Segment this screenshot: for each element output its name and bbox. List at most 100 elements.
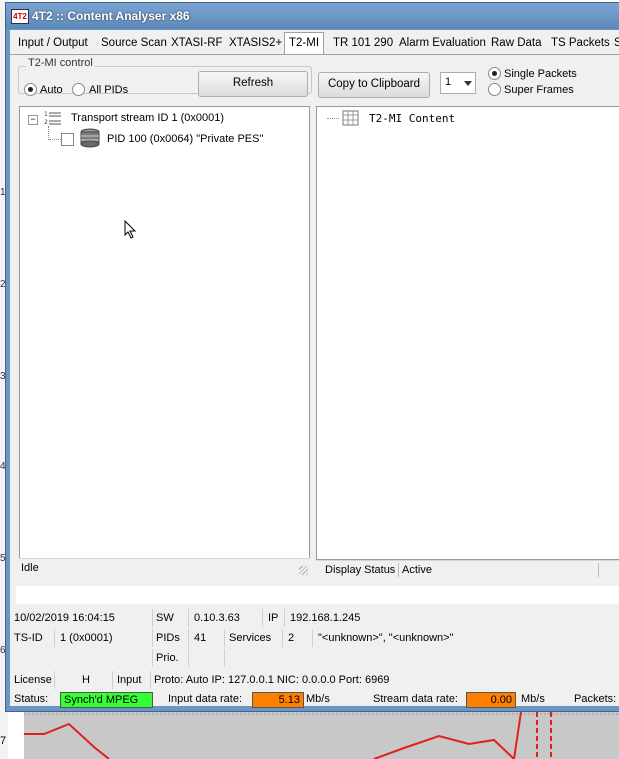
info-divider [262,609,263,627]
all-pids-radio[interactable] [72,83,85,96]
super-frames-radio[interactable] [488,83,501,96]
chevron-down-icon[interactable] [464,81,472,86]
status-separator [398,563,399,577]
app-window: 4T2 4T2 :: Content Analyser x86 Input / … [6,3,619,711]
tree-collapse-toggle[interactable]: − [28,115,38,125]
license-label: License [14,674,52,686]
grid-table-icon [342,110,359,126]
tab-tr-101-290[interactable]: TR 101 290 [329,35,397,52]
svg-text:1: 1 [44,111,48,118]
status-label: Status: [14,693,49,705]
license-value: H [82,674,90,686]
tab-raw-data[interactable]: Raw Data [487,35,546,52]
bg-tick: 4 [0,461,6,472]
title-bar[interactable]: 4T2 4T2 :: Content Analyser x86 [6,3,619,29]
super-frames-label[interactable]: Super Frames [504,84,574,96]
display-status-label: Display Status [325,564,396,576]
chart-series-line [373,734,515,759]
tab-source-scan[interactable]: Source Scan [97,35,171,52]
single-packets-label[interactable]: Single Packets [504,68,577,80]
single-packets-radio[interactable] [488,67,501,80]
info-divider [188,609,189,627]
display-status-value: Active [402,564,432,576]
status-badge: Synch'd MPEG [60,692,153,708]
main-client-area: Input / Output Source Scan XTASI-RF XTAS… [10,30,619,709]
pids-label: PIDs [156,632,180,644]
svg-text:2: 2 [44,119,48,126]
count-select[interactable]: 1 [440,72,476,94]
tree-root-label[interactable]: Transport stream ID 1 (0x0001) [71,112,224,124]
stream-rate-unit: Mb/s [521,693,545,705]
database-stack-icon [80,128,100,148]
t2mi-content-panel[interactable]: T2-MI Content [316,106,619,560]
tab-input-output[interactable]: Input / Output [14,35,92,52]
info-divider [152,609,153,627]
input-value: Proto: Auto IP: 127.0.0.1 NIC: 0.0.0.0 P… [154,674,390,686]
input-rate-unit: Mb/s [306,693,330,705]
resize-grip-icon[interactable] [299,566,308,575]
message-bar [16,586,619,604]
sw-value: 0.10.3.63 [194,612,240,624]
tree-connector [48,126,49,140]
info-divider [284,609,285,627]
info-divider [224,629,225,647]
stream-rate-label: Stream data rate: [373,693,458,705]
ip-label: IP [268,612,279,624]
tab-bar: Input / Output Source Scan XTASI-RF XTAS… [10,32,619,55]
refresh-button[interactable]: Refresh [198,71,308,97]
tree-status-text: Idle [21,562,39,574]
info-divider [282,629,283,647]
services-label: Services [229,632,272,644]
service-names: "<unknown>", "<unknown>" [318,632,454,644]
chart-plot [24,712,619,759]
tab-xtasis2plus[interactable]: XTASIS2+ [225,35,286,52]
auto-label[interactable]: Auto [40,84,63,96]
group-label: T2-MI control [26,57,95,69]
tree-status-bar: Idle [19,558,310,577]
content-status-bar: Display Status Active [316,560,619,579]
tab-more[interactable]: S [610,35,619,52]
chart-series-line [513,712,522,759]
services-value: 2 [288,632,295,644]
copy-to-clipboard-button[interactable]: Copy to Clipboard [318,72,430,98]
info-row-license: License H Input Proto: Auto IP: 127.0.0.… [12,670,619,690]
tab-divider [10,54,619,55]
chart-series-line [24,722,110,759]
info-row-prio: Prio. [12,648,619,668]
input-rate-value: 5.13 [252,692,304,708]
bg-tick: 1 [0,187,6,198]
tree-child-label[interactable]: PID 100 (0x0064) "Private PES" [107,133,263,145]
pids-value: 41 [194,632,207,644]
info-divider [54,629,55,647]
datetime-value: 10/02/2019 16:04:15 [14,612,115,624]
tsid-value: 1 (0x0001) [60,632,113,644]
ordered-list-icon: 1 2 [44,111,61,126]
info-divider [54,671,55,689]
tree-connector [327,118,339,119]
pid-tree-panel[interactable]: − 1 2 Transport stream ID 1 (0x0001) PID… [19,106,310,560]
input-label: Input [117,674,142,686]
tab-xtasi-rf[interactable]: XTASI-RF [167,35,227,52]
info-divider [224,649,225,667]
info-row-status: Status: Synch'd MPEG Input data rate: 5.… [12,689,619,709]
tab-alarm-evaluation[interactable]: Alarm Evaluation [395,35,490,52]
tab-ts-packets[interactable]: TS Packets [547,35,614,52]
tab-t2-mi[interactable]: T2-MI [284,32,325,54]
window-title: 4T2 :: Content Analyser x86 [32,9,190,23]
info-divider [150,671,151,689]
sw-label: SW [156,612,174,624]
all-pids-label[interactable]: All PIDs [89,84,128,96]
info-divider [312,629,313,647]
bg-chart-y-tick: 7 [0,735,7,747]
auto-radio[interactable] [24,83,37,96]
packets-label: Packets: [574,693,617,705]
stream-rate-value: 0.00 [466,692,516,708]
info-row-stream: TS-ID 1 (0x0001) PIDs 41 Services 2 "<un… [12,628,619,648]
pid-checkbox[interactable] [61,133,74,146]
tsid-label: TS-ID [14,632,43,644]
count-select-value: 1 [445,76,452,88]
info-divider [152,649,153,667]
content-root-label[interactable]: T2-MI Content [369,112,455,125]
info-divider [152,629,153,647]
bg-tick: 2 [0,279,6,290]
